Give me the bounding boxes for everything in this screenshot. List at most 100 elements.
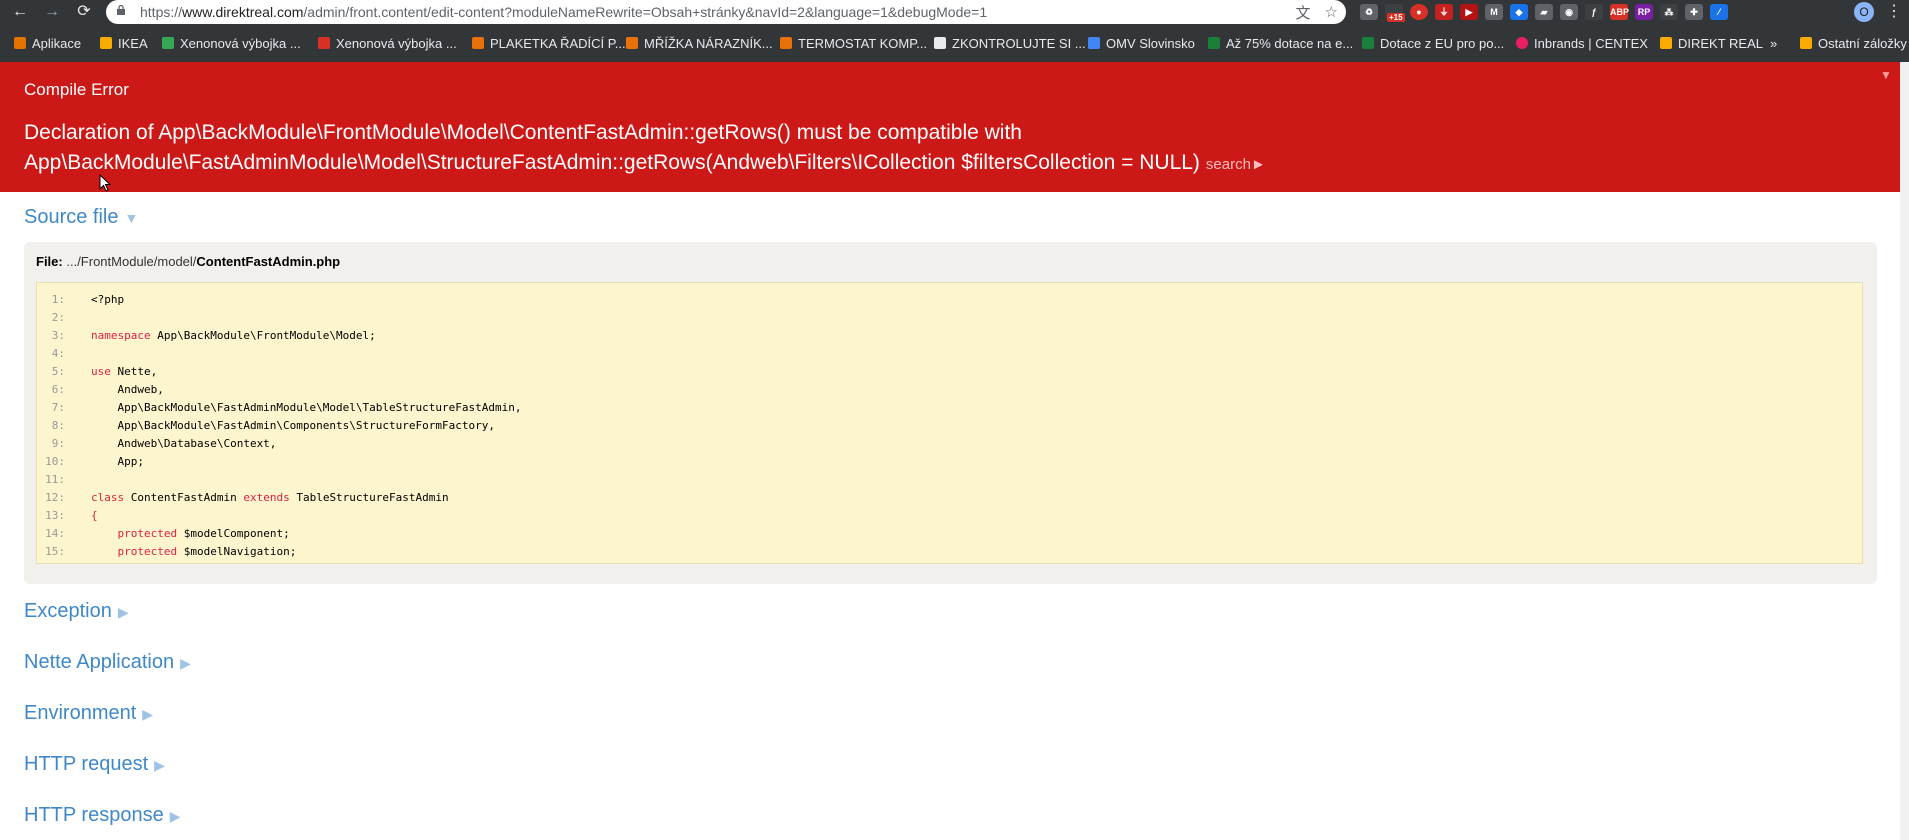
bookmark-item-termostat[interactable]: TERMOSTAT KOMP...	[780, 30, 927, 58]
extension-purple-icon[interactable]: RP	[1635, 4, 1653, 20]
reload-button[interactable]: ⟳	[72, 0, 96, 24]
line-source: use Nette,	[91, 363, 157, 381]
bookmark-item-other[interactable]: Ostatní záložky	[1800, 30, 1907, 58]
extension-pen-icon[interactable]: ƒ	[1585, 4, 1603, 20]
code-line: 11:	[37, 471, 65, 489]
address-bar[interactable]: https://www.direktreal.com/admin/front.c…	[106, 0, 1346, 24]
search-link[interactable]: search►	[1206, 156, 1266, 173]
camera-icon[interactable]: ◉	[1560, 4, 1578, 20]
bookmark-item-inbrands[interactable]: Inbrands | CENTEX	[1516, 30, 1648, 58]
error-message-line-2-text: App\BackModule\FastAdminModule\Model\Str…	[24, 151, 1200, 174]
error-message-line-1: Declaration of App\BackModule\FrontModul…	[24, 121, 1022, 144]
page-icon	[934, 37, 946, 49]
code-line: 1: <?php	[37, 291, 124, 309]
bookmark-label: MŘÍŽKA NÁRAZNÍK...	[644, 36, 773, 51]
url-prefix: https://	[140, 4, 183, 20]
line-source: class ContentFastAdmin extends TableStru…	[91, 489, 449, 507]
extension-notify-icon[interactable]: +15	[1385, 4, 1405, 22]
code-text: App\BackModule\FastAdminModule\Model\Tab…	[91, 401, 522, 414]
bookmark-label: Inbrands | CENTEX	[1534, 36, 1648, 51]
line-number: 5:	[51, 365, 65, 378]
back-button[interactable]: ←	[8, 0, 32, 24]
bookmark-item-xenon-1[interactable]: Xenonová výbojka ...	[162, 30, 301, 58]
bookmark-item-zkontrolujte[interactable]: ZKONTROLUJTE SI ...	[934, 30, 1086, 58]
code-line: 4:	[37, 345, 65, 363]
extension-blue-icon[interactable]: ◆	[1510, 4, 1528, 20]
omnibox-icons: 文 ☆	[1296, 0, 1338, 24]
collapsed-arrow-icon: ▶	[180, 655, 191, 671]
extension-eyedropper-icon[interactable]: ⁄	[1710, 4, 1728, 20]
bookmark-label: DIREKT REAL	[1678, 36, 1764, 51]
bookmark-item-ikea[interactable]: IKEA	[100, 30, 148, 58]
lock-icon	[117, 5, 125, 15]
bookmark-item-dotace-eu[interactable]: Dotace z EU pro po...	[1362, 30, 1504, 58]
extension-dash-icon[interactable]: ▶	[1460, 4, 1478, 20]
collapsed-arrow-icon: ▶	[154, 757, 165, 773]
xenon-red-icon	[318, 37, 330, 49]
code-text: $modelComponent;	[177, 527, 290, 540]
extension-m-icon[interactable]: M	[1485, 4, 1503, 20]
line-number: 12:	[45, 491, 65, 504]
line-number: 15:	[45, 545, 65, 558]
bookmark-item-omv[interactable]: OMV Slovinsko	[1088, 30, 1195, 58]
file-name[interactable]: ContentFastAdmin.php	[196, 254, 340, 269]
extension-puzzle-icon[interactable]: ✚	[1685, 4, 1703, 20]
line-source: {	[91, 507, 98, 525]
code-line: 14: protected $modelComponent;	[37, 525, 290, 543]
adblock-icon[interactable]: ABP	[1610, 4, 1629, 20]
url-host: www.direktreal.com	[182, 4, 304, 20]
extension-red-icon[interactable]: ●	[1410, 4, 1428, 20]
section-label: HTTP request	[24, 753, 149, 775]
collapsed-arrow-icon: ▶	[142, 706, 154, 722]
extension-grid-icon[interactable]: ⁂	[1660, 4, 1678, 20]
bookmark-item-direkt-real[interactable]: DIREKT REAL	[1660, 30, 1763, 58]
section-environment[interactable]: Environment ▶	[24, 702, 153, 725]
bookmark-item-mrizka[interactable]: MŘÍŽKA NÁRAZNÍK...	[626, 30, 773, 58]
section-label: HTTP response	[24, 804, 164, 826]
browser-menu-icon[interactable]: ⋮	[1884, 0, 1904, 24]
extension-pdf-icon[interactable]: ⏚	[1435, 4, 1453, 20]
file-dir[interactable]: .../FrontModule/model/	[66, 254, 196, 269]
code-line: 7: App\BackModule\FastAdminModule\Model\…	[37, 399, 522, 417]
section-label: Environment	[24, 702, 137, 724]
collapse-toggle-icon[interactable]: ▼	[1880, 68, 1892, 82]
section-nette-application[interactable]: Nette Application ▶	[24, 651, 191, 674]
bookmark-item-plaketka[interactable]: PLAKETKA ŘADÍCÍ P...	[472, 30, 626, 58]
profile-avatar[interactable]: O	[1854, 2, 1874, 22]
extension-recycle-icon[interactable]: ♻	[1360, 4, 1378, 20]
line-number: 1:	[51, 293, 65, 306]
code-line: 2:	[37, 309, 65, 327]
code-line: 3: namespace App\BackModule\FrontModule\M…	[37, 327, 376, 345]
folder-icon	[100, 37, 112, 49]
folder-icon	[1660, 37, 1672, 49]
section-source-file[interactable]: Source file ▼	[24, 206, 138, 229]
bookmark-item-xenon-2[interactable]: Xenonová výbojka ...	[318, 30, 457, 58]
code-line: 8: App\BackModule\FastAdmin\Components\S…	[37, 417, 495, 435]
collapsed-arrow-icon: ▶	[169, 808, 181, 824]
line-number: 14:	[45, 527, 65, 540]
code-text: App\BackModule\FastAdmin\Components\Stru…	[91, 419, 495, 432]
bookmark-item-dotace-75[interactable]: Až 75% dotace na e...	[1208, 30, 1353, 58]
forward-button[interactable]: →	[40, 0, 64, 24]
bookmark-label: Xenonová výbojka ...	[180, 36, 301, 51]
code-keyword: {	[91, 509, 98, 522]
more-bookmarks-button[interactable]: »	[1770, 30, 1777, 58]
source-panel: File: .../FrontModule/model/ContentFastA…	[24, 242, 1877, 584]
bookmark-item-aplikace[interactable]: Aplikace	[14, 30, 81, 58]
section-http-request[interactable]: HTTP request ▶	[24, 753, 165, 776]
line-source: protected $modelComponent;	[91, 525, 290, 543]
line-number: 3:	[51, 329, 65, 342]
site-green-icon	[1208, 37, 1220, 49]
translate-icon[interactable]: 文	[1296, 2, 1311, 23]
maps-icon	[1088, 37, 1100, 49]
bookmark-star-icon[interactable]: ☆	[1325, 3, 1338, 21]
code-block: 1: <?php 2: 3: namespace App\BackModule\Fron…	[36, 282, 1863, 564]
section-http-response[interactable]: HTTP response ▶	[24, 804, 180, 827]
code-line: 6: Andweb,	[37, 381, 164, 399]
section-exception[interactable]: Exception ▶	[24, 600, 129, 623]
page-scrollbar[interactable]	[1900, 62, 1909, 840]
line-number: 9:	[51, 437, 65, 450]
code-line: 5: use Nette,	[37, 363, 157, 381]
code-keyword: protected	[117, 527, 178, 540]
extension-capture-icon[interactable]: ▰	[1535, 4, 1553, 20]
